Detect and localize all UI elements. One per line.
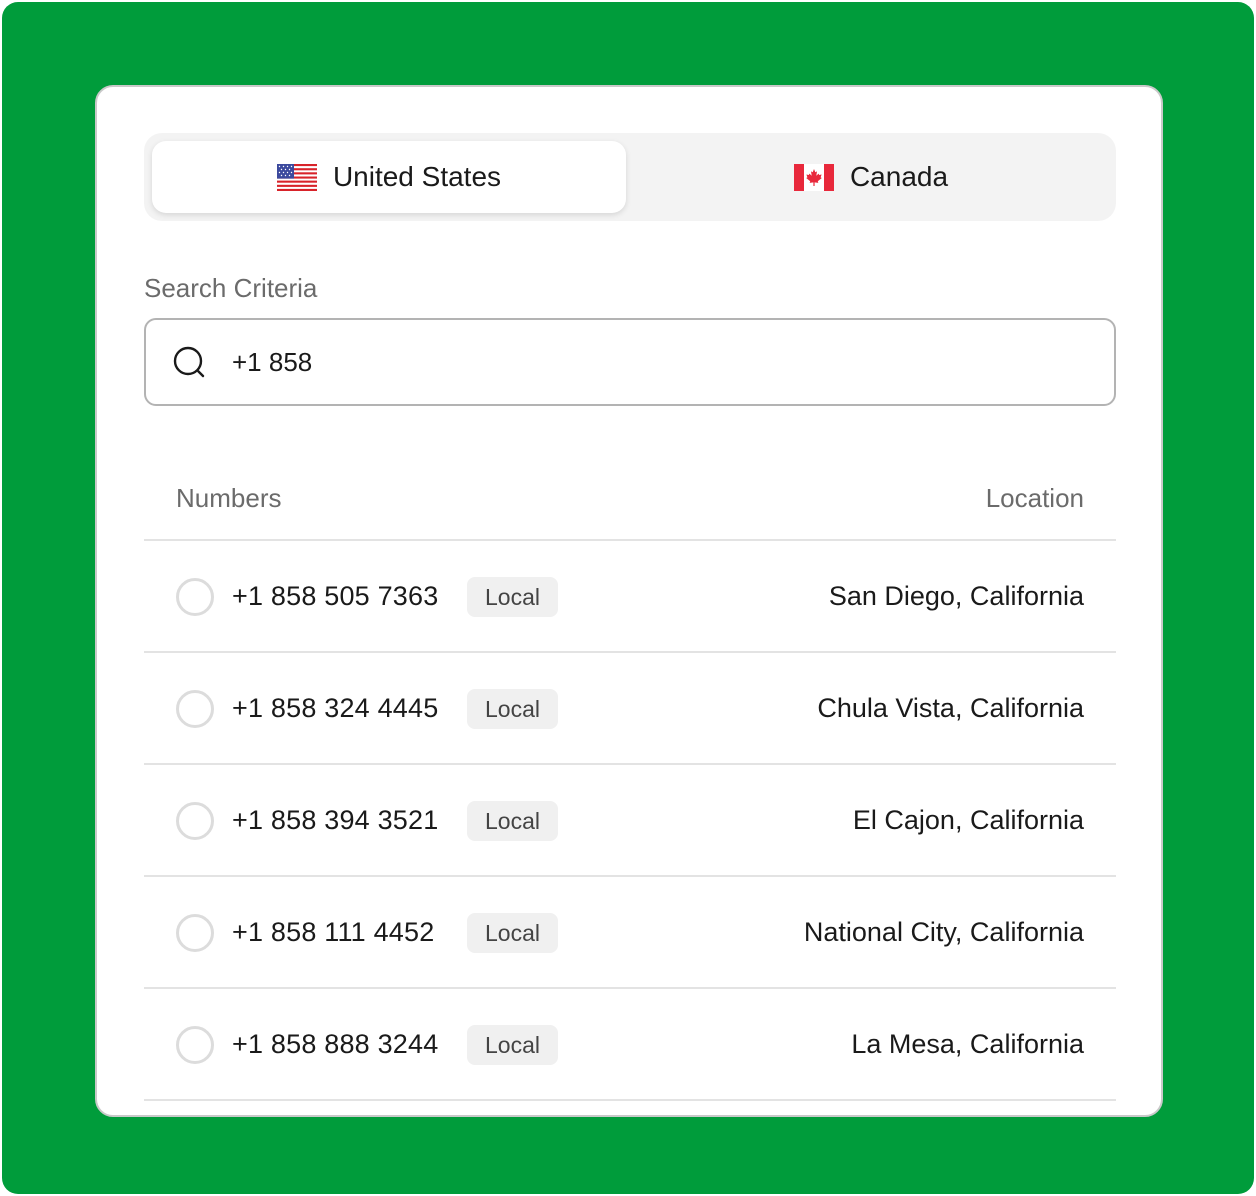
search-input[interactable] [232,320,1092,404]
phone-number: +1 858 505 7363 [232,581,439,611]
phone-number: +1 858 394 3521 [232,805,439,835]
number-list: +1 858 505 7363 Local San Diego, Califor… [144,541,1116,1101]
table-row[interactable]: +1 858 111 4452 Local National City, Cal… [144,877,1116,989]
table-header: Numbers Location [144,457,1116,541]
select-radio[interactable] [176,578,214,616]
phone-number: +1 858 324 4445 [232,693,439,723]
number-type-badge: Local [467,1025,558,1065]
number-type-badge: Local [467,689,558,729]
country-toggle: United States Canada [144,133,1116,221]
number-picker-card: United States Canada Search Criteria N [95,85,1163,1117]
select-radio[interactable] [176,1026,214,1064]
tab-label: United States [332,161,502,192]
table-row[interactable]: +1 858 505 7363 Local San Diego, Califor… [144,541,1116,653]
tab-canada[interactable]: Canada [634,141,1108,213]
table-row[interactable]: +1 858 324 4445 Local Chula Vista, Calif… [144,653,1116,765]
us-flag-icon [276,163,317,191]
table-row[interactable]: +1 858 394 3521 Local El Cajon, Californ… [144,765,1116,877]
select-radio[interactable] [176,802,214,840]
page-background: United States Canada Search Criteria N [2,2,1254,1194]
number-type-badge: Local [467,913,558,953]
select-radio[interactable] [176,914,214,952]
tab-united-states[interactable]: United States [152,141,626,213]
search-criteria-label: Search Criteria [144,273,318,303]
column-header-location: Location [985,483,1084,513]
phone-number: +1 858 111 4452 [232,917,435,947]
location-text: National City, California [803,917,1084,947]
location-text: San Diego, California [828,581,1084,611]
search-field[interactable] [144,318,1116,406]
phone-number: +1 858 888 3244 [232,1029,439,1059]
column-header-numbers: Numbers [176,483,282,513]
number-type-badge: Local [467,801,558,841]
location-text: El Cajon, California [852,805,1084,835]
number-type-badge: Local [467,577,558,617]
location-text: La Mesa, California [851,1029,1084,1059]
table-row[interactable]: +1 858 888 3244 Local La Mesa, Californi… [144,989,1116,1101]
canada-flag-icon [793,163,834,191]
select-radio[interactable] [176,690,214,728]
search-icon [173,346,205,378]
tab-label: Canada [849,161,949,192]
location-text: Chula Vista, California [817,693,1084,723]
